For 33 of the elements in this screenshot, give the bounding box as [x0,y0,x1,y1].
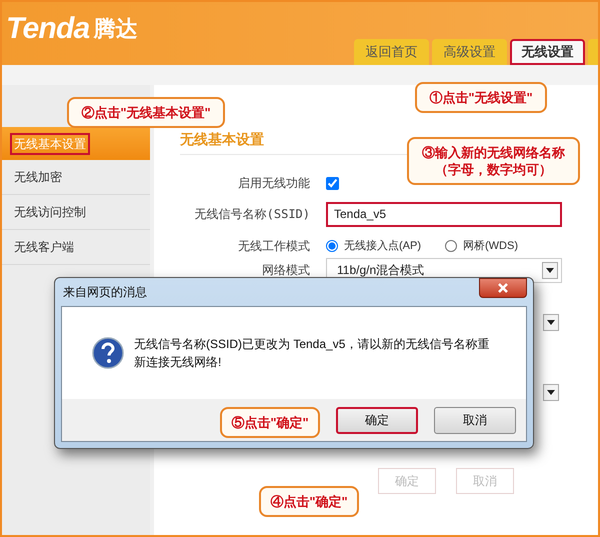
nav-tab[interactable]: 无线设置 [510,39,585,65]
dialog-title: 来自网页的消息 [63,284,147,301]
field-label: 无线工作模式 [237,238,311,255]
nav-tab[interactable]: 返回首页 [354,39,429,65]
ssid-field[interactable]: Tenda_v5 [326,202,562,226]
cancel-button[interactable]: 取消 [434,406,516,434]
dropdown-icon[interactable] [543,384,559,401]
sidebar-item[interactable]: 无线客户端 [2,230,150,265]
dialog-message: 无线信号名称(SSID)已更改为 Tenda_v5，请以新的无线信号名称重新连接无线网络! [134,336,490,371]
sidebar-item[interactable]: 无线访问控制 [2,195,150,230]
dropdown-icon[interactable] [543,314,559,331]
callout-text: ⑤点击"确定" [231,414,309,431]
nav-tab[interactable]: 高级设置 [432,39,507,65]
callout-text: （字母，数字均可） [435,161,552,178]
ok-button[interactable]: 确定 [336,406,418,434]
mode-radio[interactable] [326,240,338,252]
question-icon [92,337,124,369]
sidebar-item[interactable]: 无线加密 [2,160,150,195]
callout-text: ④点击"确定" [270,493,348,510]
callout-text: ①点击"无线设置" [429,89,533,106]
brand-logo: Tenda [6,11,90,47]
dropdown-icon [542,262,558,278]
field-label: 无线信号名称(SSID) [194,206,311,223]
callout-text: ②点击"无线基本设置" [81,104,211,121]
close-button[interactable] [479,278,527,298]
radio-label: 无线接入点(AP) [344,238,421,254]
enable-checkbox[interactable] [326,176,339,190]
radio-label: 网桥(WDS) [463,238,518,254]
mode-radio[interactable] [445,240,457,252]
field-label: 网络模式 [261,262,311,279]
close-icon [498,283,508,293]
brand-name: 腾达 [93,15,138,43]
field-label: 启用无线功能 [237,175,311,192]
